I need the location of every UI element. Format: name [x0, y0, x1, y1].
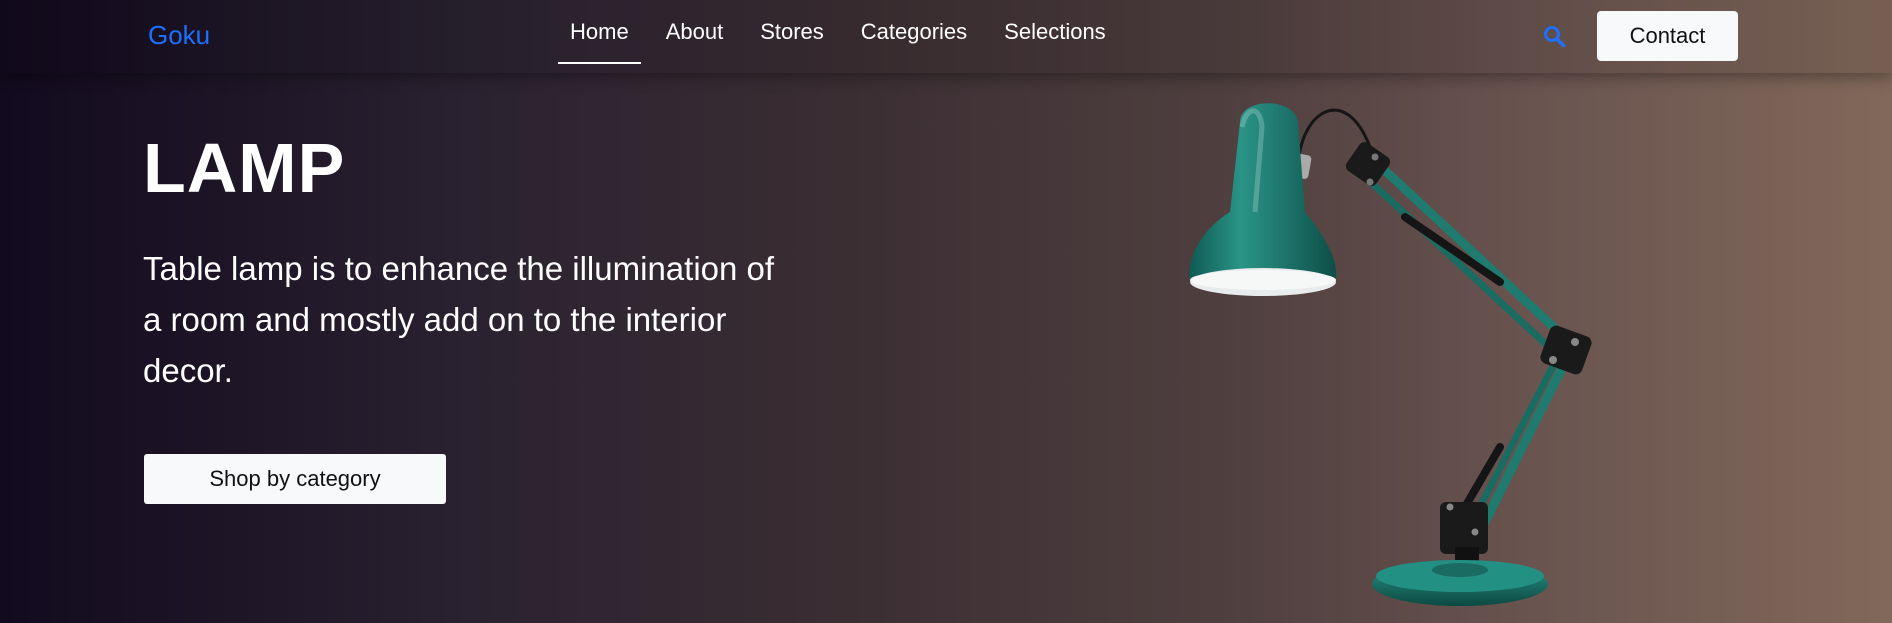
brand-logo[interactable]: Goku [148, 20, 210, 51]
nav-link-stores[interactable]: Stores [748, 0, 836, 64]
nav-link-about[interactable]: About [654, 0, 736, 64]
nav-links: Home About Stores Categories Selections [558, 0, 1131, 73]
search-icon[interactable] [1542, 24, 1566, 48]
contact-button[interactable]: Contact [1597, 11, 1738, 61]
desk-lamp-image [1189, 103, 1592, 606]
hero-title: LAMP [143, 129, 346, 207]
hero-description: Table lamp is to enhance the illuminatio… [143, 250, 775, 389]
shop-by-category-button[interactable]: Shop by category [144, 454, 446, 504]
nav-link-selections[interactable]: Selections [992, 0, 1118, 64]
nav-link-home[interactable]: Home [558, 0, 641, 64]
nav-link-categories[interactable]: Categories [849, 0, 979, 64]
navbar: Goku Home About Stores Categories Select… [0, 0, 1892, 73]
